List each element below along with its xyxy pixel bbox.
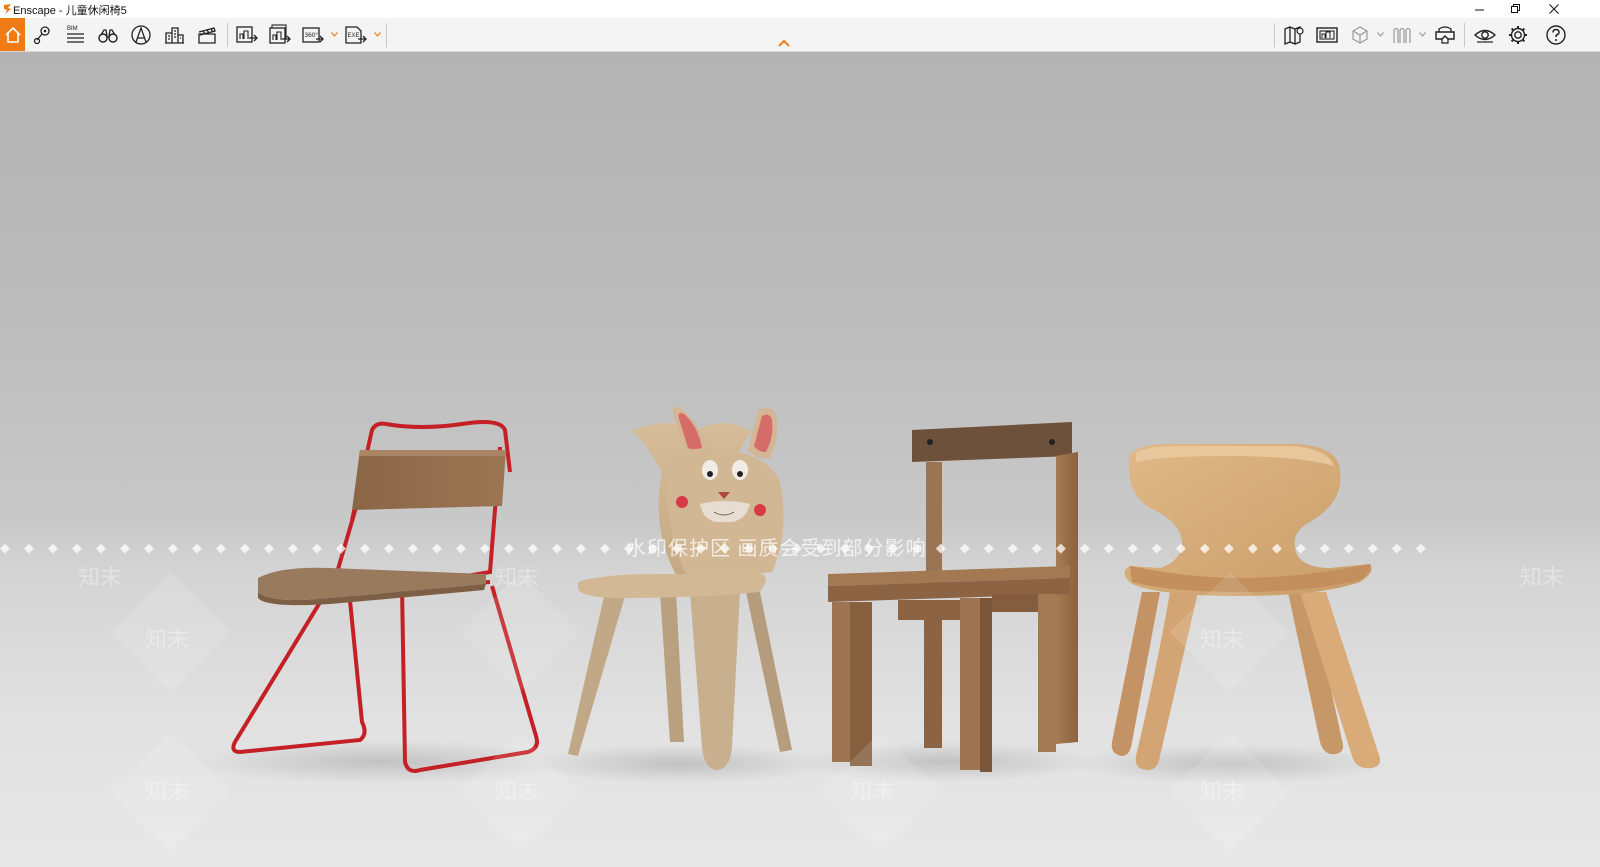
watermark-logo: 知末	[145, 627, 190, 652]
watermark-logo: 知末	[145, 779, 190, 804]
chair-scene	[110, 406, 1390, 852]
visual-settings-button[interactable]	[1472, 22, 1498, 48]
settings-gear-icon	[1509, 26, 1527, 44]
minimize-button[interactable]	[1462, 0, 1498, 18]
help-icon	[1546, 25, 1566, 45]
wooden-block-chair	[828, 422, 1078, 772]
bim-info-icon: BIM	[67, 26, 84, 43]
view-management-icon	[33, 26, 50, 45]
watermark-text: 水印保护区 画质会受到部分影响	[626, 538, 927, 560]
window-title: Enscape - 儿童休闲椅5	[13, 5, 127, 17]
export-exe-icon: EXE	[345, 26, 367, 44]
visual-settings-icon	[1473, 29, 1497, 43]
toolbar-separator	[227, 23, 228, 47]
batch-render-icon	[269, 24, 291, 44]
toolbar-separator	[1464, 23, 1465, 47]
watermark-logo: 知末	[495, 779, 540, 804]
home-button[interactable]	[0, 18, 25, 51]
chevron-down-icon	[1418, 31, 1426, 37]
box-view-icon	[1352, 26, 1368, 44]
close-button[interactable]	[1536, 0, 1572, 18]
panorama-dropdown[interactable]	[330, 30, 338, 38]
building-assets-icon	[165, 27, 184, 44]
red-metal-frame-chair	[231, 420, 539, 773]
home-icon	[4, 26, 21, 43]
chevron-down-icon	[373, 31, 381, 37]
binoculars-button[interactable]	[95, 22, 121, 48]
chevron-down-icon	[1376, 31, 1384, 37]
watermark-logo: 知末	[850, 779, 895, 804]
vr-headset-button[interactable]	[1432, 22, 1458, 48]
building-assets-button[interactable]	[161, 22, 187, 48]
svg-text:360°: 360°	[305, 31, 319, 39]
site-context-button[interactable]	[128, 22, 154, 48]
enscape-logo-icon	[4, 4, 11, 14]
render-viewport[interactable]: ◆◆◆◆◆◆◆◆◆◆◆◆◆◆◆◆◆◆◆◆◆◆◆◆◆◆◆◆◆◆◆◆◆◆◆◆◆◆◆◆…	[0, 52, 1600, 867]
toolbar-separator	[386, 23, 387, 47]
screenshot-icon	[1316, 27, 1338, 43]
watermark-logo: 知末	[78, 565, 123, 590]
map-button[interactable]	[1281, 22, 1307, 48]
batch-render-button[interactable]	[267, 22, 293, 48]
watermark-logo: 知末	[1520, 565, 1565, 590]
material-editor-button[interactable]	[1389, 22, 1415, 48]
video-editor-icon	[198, 27, 216, 44]
panorama-360-button[interactable]: 360°	[300, 22, 326, 48]
chevron-down-icon	[330, 31, 338, 37]
help-button[interactable]	[1543, 22, 1569, 48]
restore-icon	[1511, 4, 1520, 13]
svg-text:EXE: EXE	[348, 33, 360, 39]
box-view-button[interactable]	[1347, 22, 1373, 48]
title-bar: Enscape - 儿童休闲椅5	[0, 0, 1600, 18]
watermark-logo: 知末	[1200, 779, 1245, 804]
render-image-button[interactable]	[234, 22, 260, 48]
export-exe-button[interactable]: EXE	[343, 22, 369, 48]
watermark-logo: 知末	[495, 565, 540, 590]
bunny-plywood-chair	[568, 406, 792, 770]
svg-text:BIM: BIM	[67, 26, 78, 32]
view-management-button[interactable]	[29, 22, 55, 48]
settings-button[interactable]	[1505, 22, 1531, 48]
box-view-dropdown[interactable]	[1376, 30, 1384, 38]
collapse-toolbar-icon[interactable]	[776, 38, 792, 48]
enscape-toolbar: BIM 360° EXE	[0, 18, 1600, 52]
material-dropdown[interactable]	[1418, 30, 1426, 38]
toolbar-separator	[1274, 23, 1275, 47]
vr-headset-icon	[1435, 26, 1455, 44]
restore-button[interactable]	[1498, 0, 1534, 18]
binoculars-icon	[98, 29, 118, 43]
map-icon	[1284, 26, 1304, 45]
material-editor-icon	[1393, 27, 1411, 43]
screenshot-button[interactable]	[1314, 22, 1340, 48]
panorama-360-icon: 360°	[302, 27, 324, 43]
close-icon	[1549, 4, 1559, 14]
site-context-icon	[131, 25, 151, 45]
video-editor-button[interactable]	[194, 22, 220, 48]
bim-info-button[interactable]: BIM	[62, 22, 88, 48]
export-dropdown[interactable]	[373, 30, 381, 38]
render-image-icon	[236, 26, 258, 43]
watermark-logo: 知末	[1200, 627, 1245, 652]
minimize-icon	[1475, 9, 1484, 11]
